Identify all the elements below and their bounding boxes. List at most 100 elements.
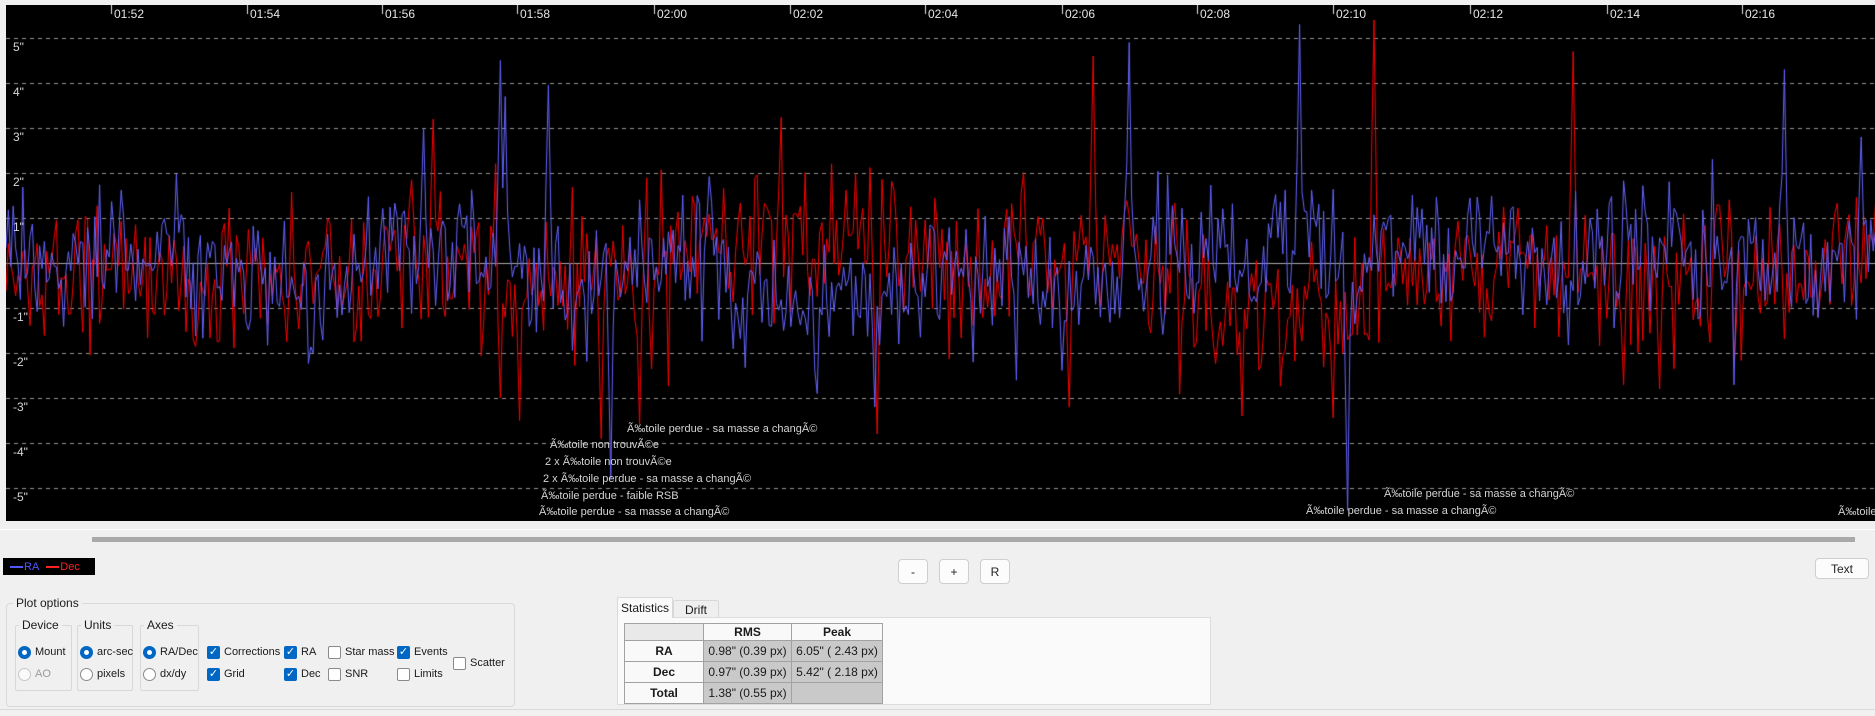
checkbox-star-mass[interactable]: Star mass [328, 645, 395, 659]
bottom-strip [0, 709, 1875, 716]
ra-row-label: RA [625, 641, 704, 662]
limits-checkbox-icon[interactable] [397, 668, 410, 681]
peak-column-header: Peak [792, 624, 883, 641]
grid-checkbox-icon[interactable] [207, 668, 220, 681]
ra-checkbox-icon[interactable] [284, 646, 297, 659]
plot-options-group: Plot options Device Mount AO Units arc-s… [6, 603, 515, 707]
x-axis-label: 01:54 [250, 7, 280, 21]
table-row: Total 1.38" (0.55 px) [625, 683, 883, 704]
corrections-checkbox-label: Corrections [224, 646, 280, 658]
arcsec-radio-icon[interactable] [80, 646, 93, 659]
y-axis-label: 1" [13, 220, 24, 234]
checkbox-limits[interactable]: Limits [397, 667, 443, 681]
statistics-table: RMS Peak RA 0.98" (0.39 px) 6.05" ( 2.43… [624, 623, 883, 704]
events-checkbox-icon[interactable] [397, 646, 410, 659]
dec-checkbox-icon[interactable] [284, 668, 297, 681]
event-annotation: Ã‰toile perdue - sa masse a changÃ© [1384, 488, 1574, 500]
legend-dec: Dec [46, 561, 80, 573]
y-axis-label: -2" [13, 355, 28, 369]
pixels-radio-label: pixels [97, 668, 125, 680]
dec-checkbox-label: Dec [301, 668, 321, 680]
table-row: RA 0.98" (0.39 px) 6.05" ( 2.43 px) [625, 641, 883, 662]
radio-arcsec[interactable]: arc-sec [80, 645, 133, 659]
ao-radio-icon [18, 668, 31, 681]
grid-checkbox-label: Grid [224, 668, 245, 680]
dxdy-radio-icon[interactable] [143, 668, 156, 681]
radio-mount[interactable]: Mount [18, 645, 66, 659]
star-mass-checkbox-label: Star mass [345, 646, 395, 658]
radec-radio-icon[interactable] [143, 646, 156, 659]
x-axis-label: 02:08 [1200, 7, 1230, 21]
ra-checkbox-label: RA [301, 646, 316, 658]
tab-statistics[interactable]: Statistics [617, 597, 673, 618]
pixels-radio-icon[interactable] [80, 668, 93, 681]
event-annotation: Ã‰toile perdue - sa masse a changÃ© [539, 506, 729, 518]
event-annotation: 2 x Ã‰toile non trouvÃ©e [545, 456, 672, 468]
units-group-title: Units [81, 618, 114, 632]
graph-scrollbar-thumb[interactable] [92, 537, 1855, 542]
plot-options-title: Plot options [13, 596, 82, 610]
checkbox-grid[interactable]: Grid [207, 667, 245, 681]
legend-ra-label: RA [24, 561, 39, 573]
dec-line-swatch [46, 566, 59, 568]
y-axis-label: -3" [13, 400, 28, 414]
text-button[interactable]: Text [1815, 558, 1869, 579]
reset-button[interactable]: R [980, 559, 1010, 584]
event-annotation: 2 x Ã‰toile perdue - sa masse a changÃ© [543, 473, 751, 485]
guide-graph-plot: 01:5201:5401:5601:5802:0002:0202:0402:06… [6, 5, 1875, 521]
separator-line [0, 529, 1875, 530]
zoom-in-button[interactable]: + [939, 559, 969, 584]
x-axis-label: 02:10 [1336, 7, 1366, 21]
table-corner-cell [625, 624, 704, 641]
mount-radio-icon[interactable] [18, 646, 31, 659]
dec-row-label: Dec [625, 662, 704, 683]
ra-rms-value: 0.98" (0.39 px) [704, 641, 792, 662]
dec-rms-value: 0.97" (0.39 px) [704, 662, 792, 683]
scatter-checkbox-icon[interactable] [453, 657, 466, 670]
radio-radec[interactable]: RA/Dec [143, 645, 198, 659]
total-peak-value [792, 683, 883, 704]
mount-radio-label: Mount [35, 646, 66, 658]
checkbox-events[interactable]: Events [397, 645, 448, 659]
axes-group-title: Axes [144, 618, 177, 632]
tab-drift[interactable]: Drift [673, 600, 719, 618]
arcsec-radio-label: arc-sec [97, 646, 133, 658]
y-axis-label: 4" [13, 85, 24, 99]
x-axis-label: 02:12 [1473, 7, 1503, 21]
x-axis-label: 02:14 [1610, 7, 1640, 21]
dxdy-radio-label: dx/dy [160, 668, 186, 680]
checkbox-ra[interactable]: RA [284, 645, 316, 659]
event-annotation: Ã‰toile perdue - faible RSB [541, 490, 679, 502]
corrections-checkbox-icon[interactable] [207, 646, 220, 659]
y-axis-label: 2" [13, 175, 24, 189]
legend-ra: RA [10, 561, 39, 573]
snr-checkbox-label: SNR [345, 668, 368, 680]
x-axis-label: 01:52 [114, 7, 144, 21]
table-header-row: RMS Peak [625, 624, 883, 641]
checkbox-dec[interactable]: Dec [284, 667, 321, 681]
rms-column-header: RMS [704, 624, 792, 641]
ra-peak-value: 6.05" ( 2.43 px) [792, 641, 883, 662]
star-mass-checkbox-icon[interactable] [328, 646, 341, 659]
guide-graph-canvas [6, 5, 1875, 521]
snr-checkbox-icon[interactable] [328, 668, 341, 681]
statistics-panel: RMS Peak RA 0.98" (0.39 px) 6.05" ( 2.43… [617, 617, 1211, 705]
device-group-title: Device [19, 618, 62, 632]
event-annotation: Ã‰toile perdue - sa masse a changÃ© [627, 423, 817, 435]
checkbox-scatter[interactable]: Scatter [453, 656, 505, 670]
zoom-out-button[interactable]: - [898, 559, 928, 584]
total-rms-value: 1.38" (0.55 px) [704, 683, 792, 704]
checkbox-snr[interactable]: SNR [328, 667, 368, 681]
legend-dec-label: Dec [60, 561, 80, 573]
radec-radio-label: RA/Dec [160, 646, 198, 658]
x-axis-label: 01:56 [385, 7, 415, 21]
graph-legend: RA Dec [3, 558, 95, 575]
y-axis-label: -1" [13, 310, 28, 324]
y-axis-label: -4" [13, 445, 28, 459]
event-annotation: Ã‰toile perdue - sa masse a changÃ© [1838, 506, 1875, 518]
radio-dxdy[interactable]: dx/dy [143, 667, 186, 681]
radio-pixels[interactable]: pixels [80, 667, 125, 681]
checkbox-corrections[interactable]: Corrections [207, 645, 280, 659]
events-checkbox-label: Events [414, 646, 448, 658]
y-axis-label: 5" [13, 40, 24, 54]
